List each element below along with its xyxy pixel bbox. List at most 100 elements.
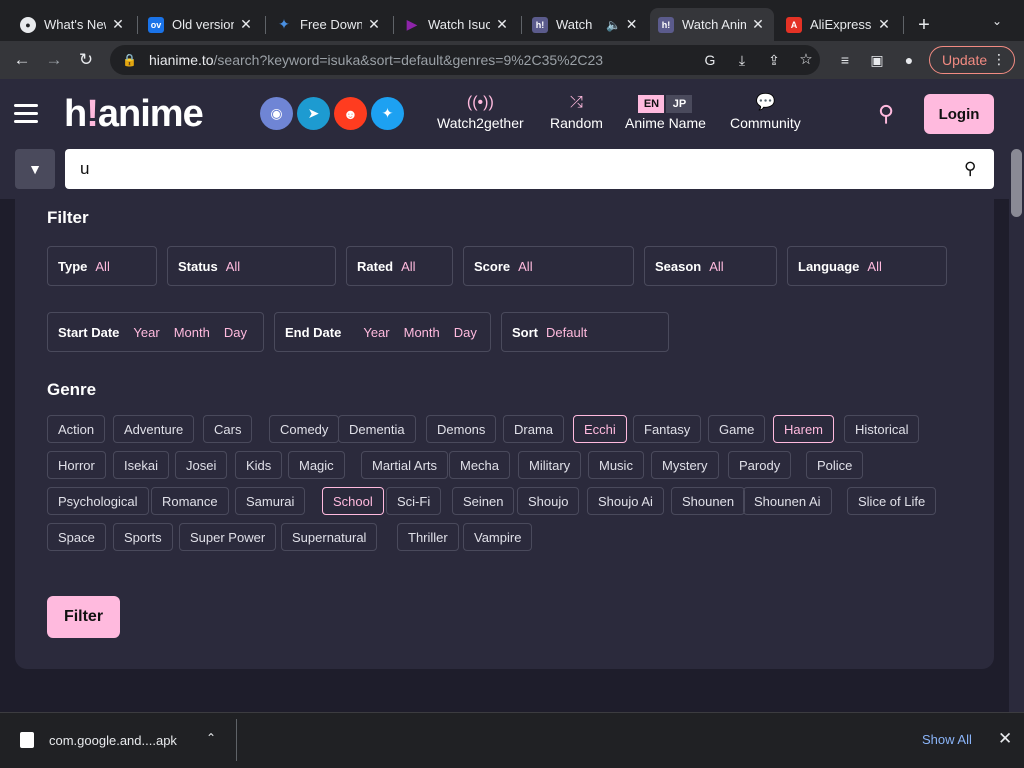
- discord-icon[interactable]: ◉: [260, 97, 293, 130]
- genre-chip-game[interactable]: Game: [708, 415, 766, 443]
- share-icon[interactable]: ⇪: [764, 50, 784, 70]
- genre-chip-parody[interactable]: Parody: [728, 451, 792, 479]
- start-month-select[interactable]: Month: [174, 325, 210, 340]
- filter-funnel-icon[interactable]: ▼: [15, 149, 55, 189]
- download-item[interactable]: com.google.and....apk: [20, 732, 177, 748]
- reddit-icon[interactable]: ☻: [334, 97, 367, 130]
- browser-tab[interactable]: ov Old version ✕: [140, 8, 262, 41]
- chrome-menu-icon[interactable]: ⋮: [992, 51, 1006, 68]
- genre-chip-martial-arts[interactable]: Martial Arts: [361, 451, 449, 479]
- close-tab-icon[interactable]: ✕: [238, 16, 254, 33]
- close-tab-icon[interactable]: ✕: [876, 16, 892, 33]
- genre-chip-space[interactable]: Space: [47, 523, 106, 551]
- genre-chip-psychological[interactable]: Psychological: [47, 487, 149, 515]
- nav-anime-name[interactable]: EN JP Anime Name: [625, 93, 706, 131]
- start-year-select[interactable]: Year: [133, 325, 159, 340]
- genre-chip-seinen[interactable]: Seinen: [452, 487, 515, 515]
- genre-chip-sci-fi[interactable]: Sci-Fi: [386, 487, 442, 515]
- media-control-icon[interactable]: ≡: [835, 50, 855, 70]
- install-app-icon[interactable]: ⤓: [732, 50, 752, 70]
- genre-chip-kids[interactable]: Kids: [235, 451, 283, 479]
- side-panel-icon[interactable]: ▣: [867, 50, 887, 70]
- browser-tab[interactable]: ● What's New ✕: [12, 8, 134, 41]
- filter-score[interactable]: Score All: [463, 246, 634, 286]
- menu-icon[interactable]: [14, 104, 38, 124]
- genre-chip-school[interactable]: School: [322, 487, 384, 515]
- genre-chip-harem[interactable]: Harem: [773, 415, 835, 443]
- genre-chip-fantasy[interactable]: Fantasy: [633, 415, 702, 443]
- genre-chip-shounen[interactable]: Shounen: [671, 487, 746, 515]
- genre-chip-shoujo[interactable]: Shoujo: [517, 487, 580, 515]
- genre-chip-magic[interactable]: Magic: [288, 451, 345, 479]
- browser-tab-active[interactable]: h! Watch Anim ✕: [650, 8, 774, 41]
- genre-chip-music[interactable]: Music: [588, 451, 644, 479]
- page-scrollbar[interactable]: [1009, 149, 1024, 712]
- filter-rated[interactable]: Rated All: [346, 246, 453, 286]
- search-icon[interactable]: ⚲: [878, 101, 894, 127]
- filter-submit-button[interactable]: Filter: [47, 596, 120, 638]
- twitter-icon[interactable]: ✦: [371, 97, 404, 130]
- genre-chip-police[interactable]: Police: [806, 451, 864, 479]
- genre-chip-military[interactable]: Military: [518, 451, 582, 479]
- filter-sort[interactable]: Sort Default: [501, 312, 669, 352]
- browser-tab[interactable]: ▶ Watch Isuc ✕: [396, 8, 518, 41]
- genre-chip-action[interactable]: Action: [47, 415, 106, 443]
- end-month-select[interactable]: Month: [404, 325, 440, 340]
- genre-chip-horror[interactable]: Horror: [47, 451, 106, 479]
- new-tab-button[interactable]: +: [912, 13, 936, 37]
- nav-random[interactable]: ⤮ Random: [550, 93, 603, 131]
- genre-chip-isekai[interactable]: Isekai: [113, 451, 169, 479]
- search-input[interactable]: [65, 149, 994, 189]
- close-icon[interactable]: ✕: [998, 729, 1012, 749]
- login-button[interactable]: Login: [924, 94, 994, 134]
- language-toggle[interactable]: EN JP: [638, 95, 693, 113]
- genre-chip-shoujo-ai[interactable]: Shoujo Ai: [587, 487, 664, 515]
- update-button[interactable]: Update ⋮: [929, 46, 1015, 74]
- bookmark-star-icon[interactable]: ☆: [796, 50, 816, 70]
- scroll-thumb[interactable]: [1011, 149, 1022, 217]
- genre-chip-vampire[interactable]: Vampire: [463, 523, 533, 551]
- close-tab-icon[interactable]: ✕: [750, 16, 766, 33]
- genre-chip-mecha[interactable]: Mecha: [449, 451, 511, 479]
- genre-chip-demons[interactable]: Demons: [426, 415, 497, 443]
- lock-icon[interactable]: 🔒: [122, 53, 137, 67]
- genre-chip-comedy[interactable]: Comedy: [269, 415, 340, 443]
- close-tab-icon[interactable]: ✕: [625, 16, 638, 33]
- genre-chip-mystery[interactable]: Mystery: [651, 451, 719, 479]
- genre-chip-sports[interactable]: Sports: [113, 523, 173, 551]
- genre-chip-slice-of-life[interactable]: Slice of Life: [847, 487, 937, 515]
- browser-tab[interactable]: ✦ Free Downl ✕: [268, 8, 390, 41]
- profile-icon[interactable]: ●: [899, 50, 919, 70]
- genre-chip-adventure[interactable]: Adventure: [113, 415, 195, 443]
- close-tab-icon[interactable]: ✕: [494, 16, 510, 33]
- genre-chip-historical[interactable]: Historical: [844, 415, 920, 443]
- chevron-up-icon[interactable]: ⌃: [206, 731, 216, 745]
- filter-status[interactable]: Status All: [167, 246, 336, 286]
- filter-season[interactable]: Season All: [644, 246, 777, 286]
- filter-language[interactable]: Language All: [787, 246, 947, 286]
- browser-tab[interactable]: h! Watch 🔈 ✕: [524, 8, 646, 41]
- genre-chip-shounen-ai[interactable]: Shounen Ai: [743, 487, 832, 515]
- close-tab-icon[interactable]: ✕: [110, 16, 126, 33]
- genre-chip-super-power[interactable]: Super Power: [179, 523, 277, 551]
- google-icon[interactable]: G: [700, 50, 720, 70]
- genre-chip-ecchi[interactable]: Ecchi: [573, 415, 627, 443]
- filter-type[interactable]: Type All: [47, 246, 157, 286]
- filter-start-date[interactable]: Start Date Year Month Day: [47, 312, 264, 352]
- search-submit-icon[interactable]: ⚲: [964, 159, 976, 179]
- nav-watch2gether[interactable]: ((•)) Watch2gether: [437, 93, 524, 131]
- genre-chip-josei[interactable]: Josei: [175, 451, 228, 479]
- reload-icon[interactable]: ↻: [76, 50, 96, 70]
- forward-arrow-icon[interactable]: →: [44, 50, 64, 70]
- show-all-link[interactable]: Show All: [922, 732, 972, 747]
- back-arrow-icon[interactable]: ←: [12, 50, 32, 70]
- site-logo[interactable]: h!anime: [64, 93, 204, 136]
- browser-tab[interactable]: A AliExpress ✕: [778, 8, 900, 41]
- genre-chip-supernatural[interactable]: Supernatural: [281, 523, 378, 551]
- nav-community[interactable]: 💬 Community: [730, 93, 801, 131]
- genre-chip-dementia[interactable]: Dementia: [338, 415, 416, 443]
- genre-chip-samurai[interactable]: Samurai: [235, 487, 306, 515]
- genre-chip-thriller[interactable]: Thriller: [397, 523, 459, 551]
- audio-playing-icon[interactable]: 🔈: [606, 18, 621, 32]
- genre-chip-romance[interactable]: Romance: [151, 487, 229, 515]
